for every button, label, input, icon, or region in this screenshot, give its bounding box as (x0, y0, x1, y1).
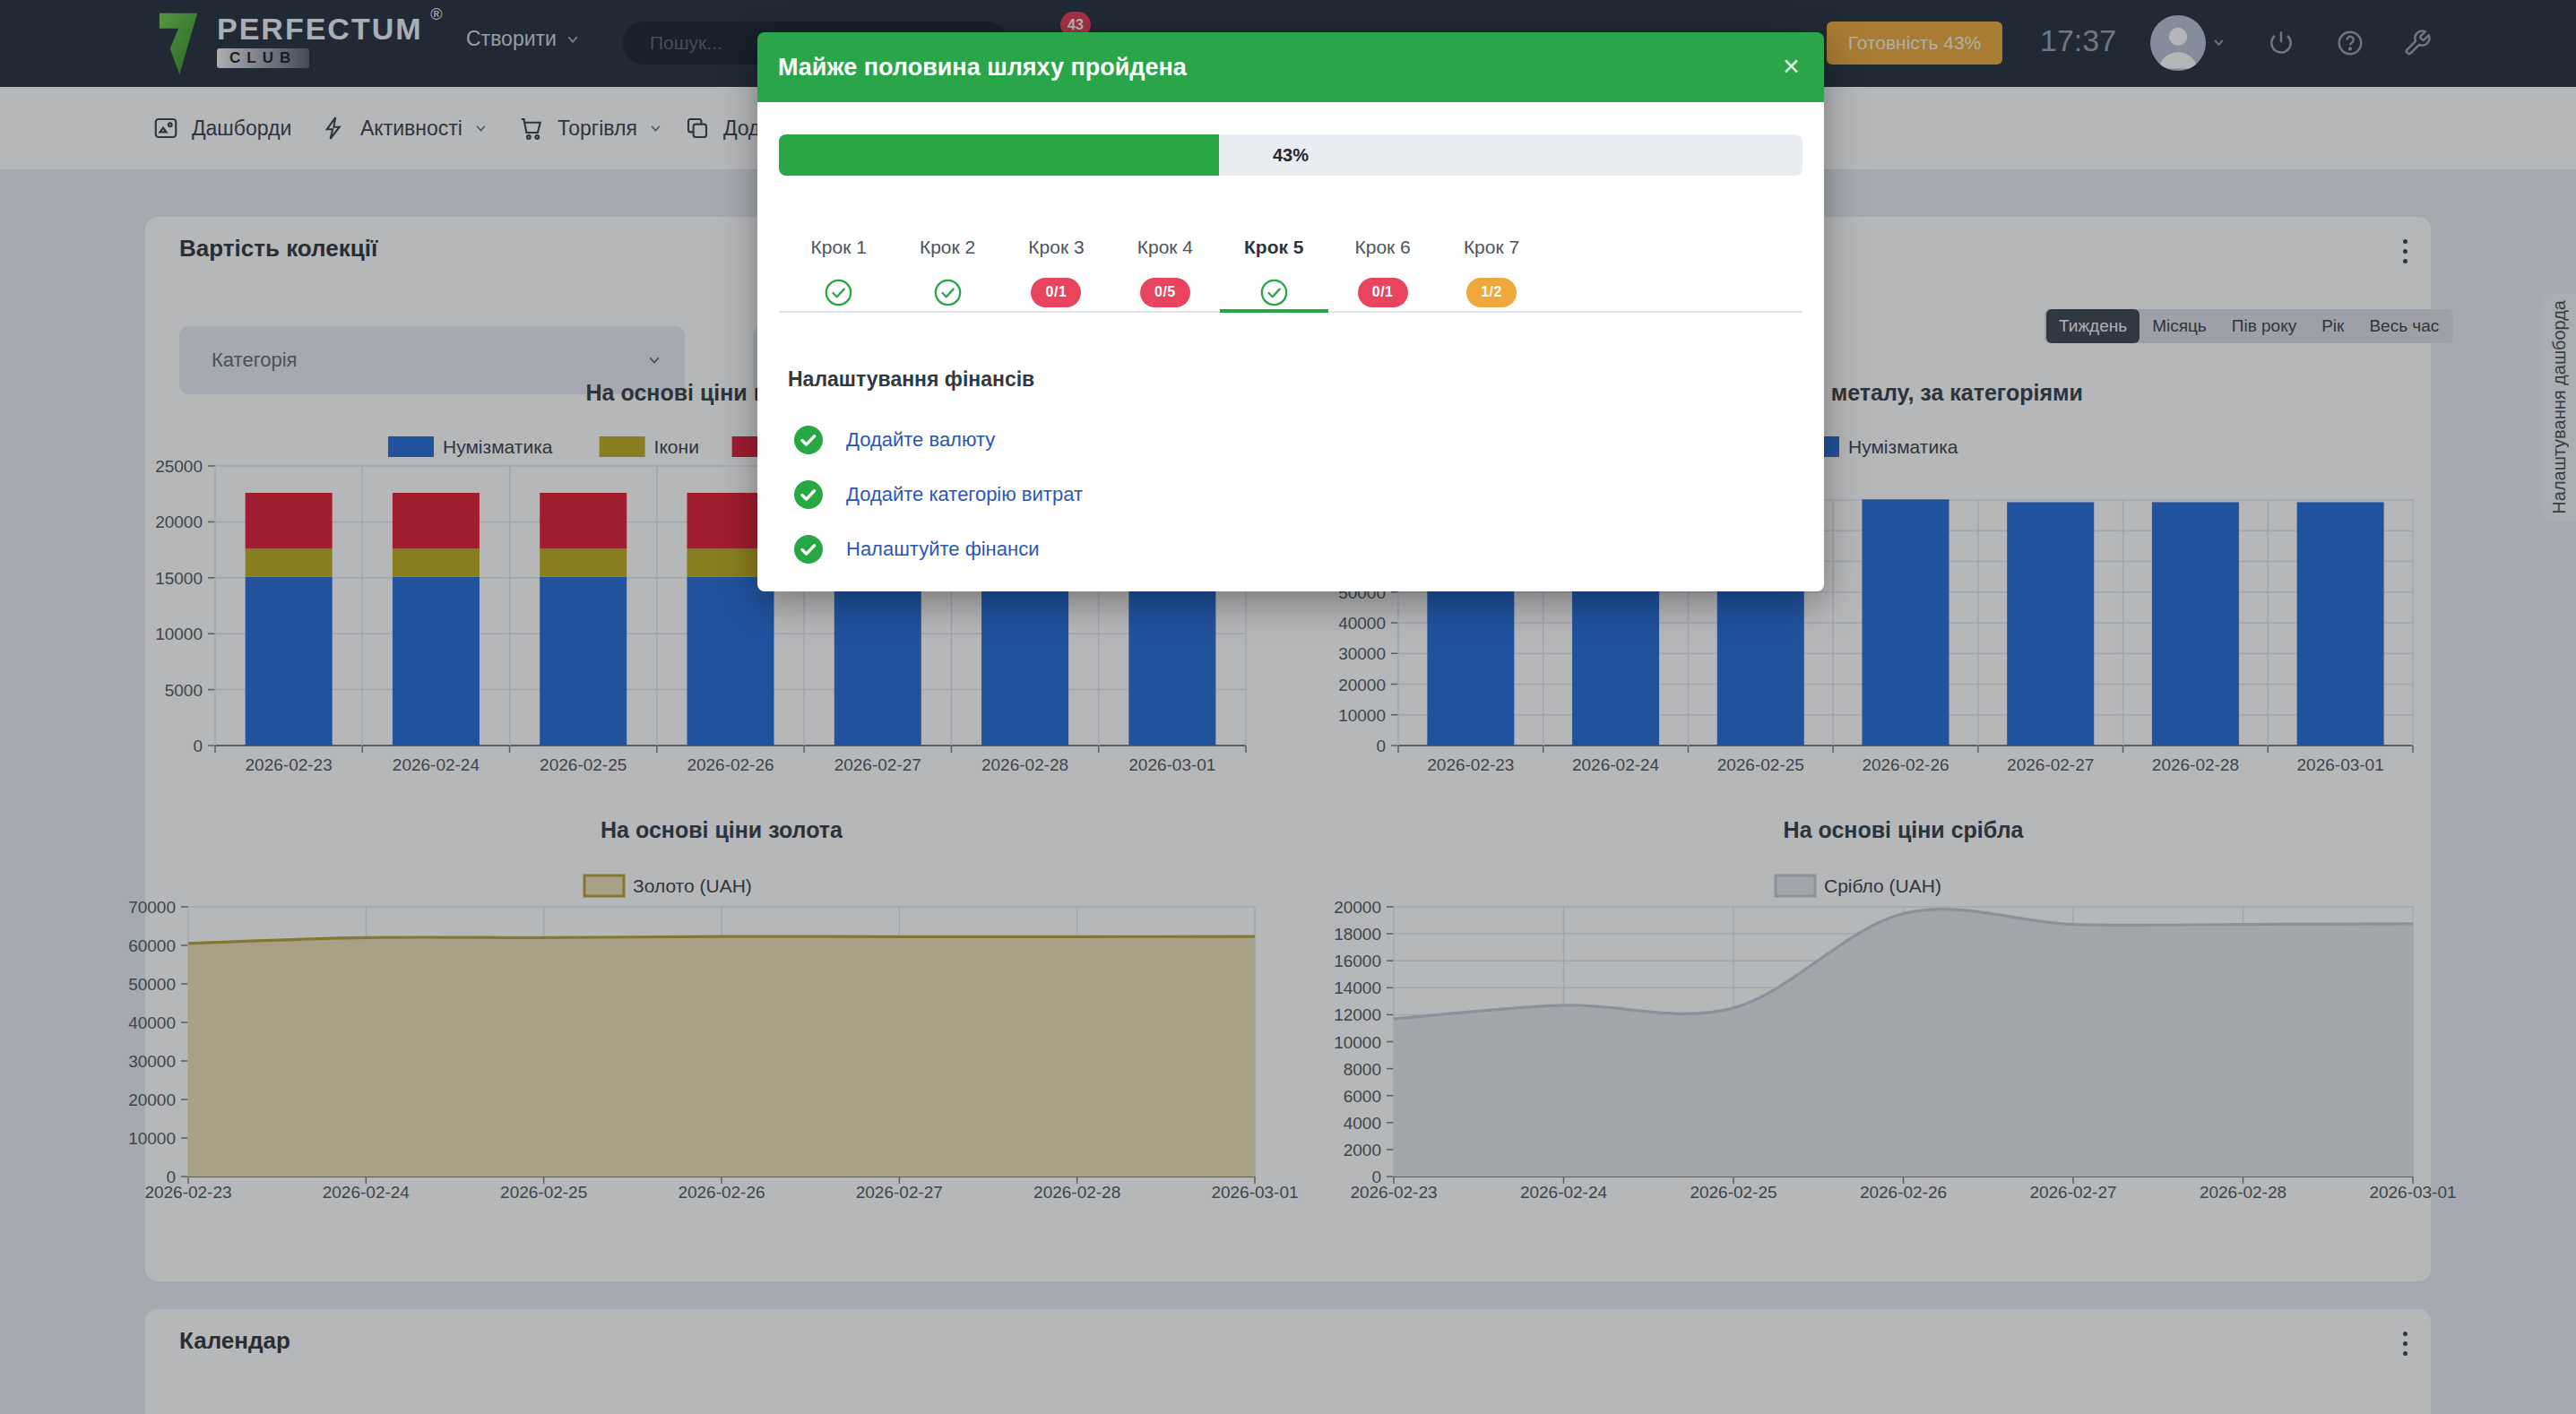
step-tab-status (893, 276, 1001, 308)
step-tab-status (784, 276, 893, 308)
step-badge: 0/1 (1358, 278, 1408, 307)
checklist-item[interactable]: Налаштуйте фінанси (793, 534, 1039, 565)
step-check-icon (934, 279, 962, 306)
close-icon[interactable]: ✕ (1782, 54, 1801, 80)
check-circle-icon (793, 425, 824, 455)
step-tab-status: 0/5 (1111, 276, 1219, 308)
checklist-label: Додайте категорію витрат (846, 483, 1083, 506)
modal-header: Майже половина шляху пройдена ✕ (757, 32, 1824, 102)
step-badge: 1/2 (1466, 278, 1517, 307)
checklist-label: Налаштуйте фінанси (846, 538, 1039, 561)
check-circle-icon (793, 479, 824, 510)
progress-label: 43% (779, 134, 1802, 176)
tabs-active-underline (1220, 309, 1328, 313)
step-tab[interactable]: Крок 5 (1220, 237, 1328, 308)
step-tab[interactable]: Крок 1 (784, 237, 893, 308)
step-tab-label: Крок 4 (1111, 237, 1219, 258)
modal-body: 43% Крок 1 Крок 2 Крок 3 0/1 Крок 4 0/5 … (757, 102, 1824, 591)
step-tab-label: Крок 2 (893, 237, 1001, 258)
checklist-item[interactable]: Додайте валюту (793, 425, 995, 455)
step-tab-label: Крок 7 (1437, 237, 1545, 258)
step-tab[interactable]: Крок 6 0/1 (1328, 237, 1437, 308)
step-tab-status (1220, 276, 1328, 308)
step-tabs: Крок 1 Крок 2 Крок 3 0/1 Крок 4 0/5 Крок… (784, 237, 1555, 308)
step-tab-status: 1/2 (1437, 276, 1545, 308)
step-tab-label: Крок 6 (1328, 237, 1437, 258)
step-tab-label: Крок 1 (784, 237, 893, 258)
step-tab[interactable]: Крок 2 (893, 237, 1001, 308)
step-tab[interactable]: Крок 7 1/2 (1437, 237, 1545, 308)
step-tab-status: 0/1 (1002, 276, 1111, 308)
step-badge: 0/1 (1031, 278, 1081, 307)
step-check-icon (1260, 279, 1288, 306)
modal-title: Майже половина шляху пройдена (778, 54, 1187, 82)
checklist-label: Додайте валюту (846, 428, 995, 452)
step-tab-label: Крок 3 (1002, 237, 1111, 258)
step-tab[interactable]: Крок 4 0/5 (1111, 237, 1219, 308)
check-circle-icon (793, 534, 824, 565)
app-root: PERFECTUM ® CLUB Створити 43 Готовність … (0, 0, 2576, 1414)
step-tab-status: 0/1 (1328, 276, 1437, 308)
onboarding-modal: Майже половина шляху пройдена ✕ 43% Крок… (757, 32, 1824, 591)
progress-bar: 43% (779, 134, 1802, 176)
step-check-icon (825, 279, 852, 306)
step-badge: 0/5 (1140, 278, 1190, 307)
step-tab[interactable]: Крок 3 0/1 (1002, 237, 1111, 308)
modal-section-title: Налаштування фінансів (788, 367, 1034, 392)
checklist-item[interactable]: Додайте категорію витрат (793, 479, 1083, 510)
step-tab-label: Крок 5 (1220, 237, 1328, 258)
